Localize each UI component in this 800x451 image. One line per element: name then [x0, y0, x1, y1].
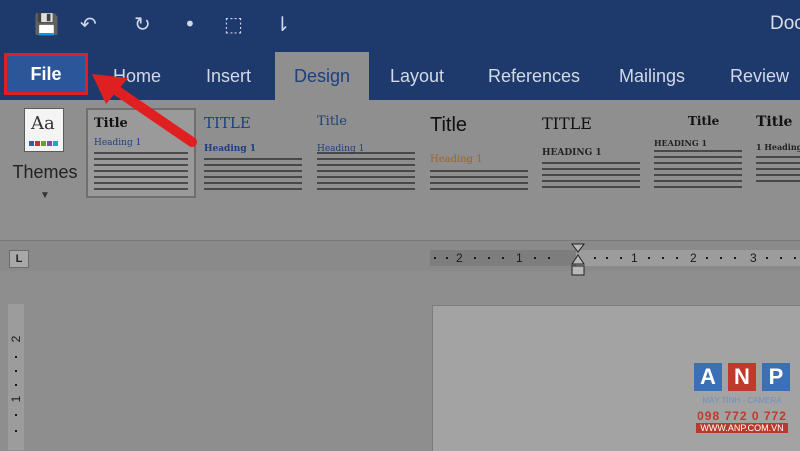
tab-design[interactable]: Design [275, 52, 369, 100]
style-set-option[interactable]: Title HEADING 1 [648, 108, 748, 198]
style-set-option[interactable]: TITLE HEADING 1 [536, 108, 646, 198]
style-set-title: Title [688, 114, 720, 128]
style-set-option[interactable]: Title Heading 1 [424, 108, 534, 198]
style-set-option[interactable]: Title 1 Heading [754, 108, 800, 198]
watermark-phone: 098 772 0 772 [697, 409, 787, 423]
undo-icon[interactable]: ↶ [80, 12, 97, 36]
watermark-letter: P [762, 363, 790, 391]
style-set-title: Title [317, 114, 347, 129]
themes-label: Themes [12, 162, 78, 182]
customize-qat-icon[interactable]: ⇂ [274, 12, 291, 36]
ruler-number: 1 [631, 251, 638, 265]
themes-icon: Aa [24, 108, 64, 152]
ruler-number: 2 [9, 335, 23, 343]
watermark-letter: A [694, 363, 722, 391]
style-set-heading: HEADING 1 [542, 148, 602, 158]
ruler-number: 1 [516, 251, 523, 265]
ruler-number: 3 [750, 251, 757, 265]
chevron-down-icon: ▼ [40, 190, 50, 201]
redo-icon[interactable]: ↻ [134, 12, 151, 36]
style-set-title: TITLE [204, 114, 251, 132]
tab-file[interactable]: File [4, 53, 88, 95]
ruler-number: 2 [690, 251, 697, 265]
horizontal-ruler[interactable]: 2 1 1 2 3 [430, 250, 800, 266]
ruler-number: 1 [9, 395, 23, 403]
tab-insert[interactable]: Insert [206, 52, 251, 100]
style-set-heading: HEADING 1 [654, 138, 708, 148]
style-set-title: Title [756, 114, 793, 130]
tab-stop-selector[interactable]: L [9, 250, 29, 268]
ruler-number: 2 [456, 251, 463, 265]
style-set-title: TITLE [542, 114, 592, 133]
watermark-url: WWW.ANP.COM.VN [696, 423, 788, 433]
dot-icon[interactable]: • [184, 12, 196, 36]
watermark-letter: N [728, 363, 756, 391]
style-set-option[interactable]: TITLE Heading 1 [198, 108, 308, 198]
themes-button[interactable]: Aa Themes ▼ [8, 108, 82, 213]
style-set-heading: Heading 1 [204, 144, 257, 154]
style-set-heading: 1 Heading [756, 142, 800, 152]
vertical-ruler[interactable]: 2 1 [8, 304, 24, 450]
document-title: Doc [770, 13, 800, 34]
indent-markers-icon[interactable] [571, 243, 585, 277]
title-bar: 💾 ↶ ↻ • ⬚ ⇂ Doc [0, 0, 800, 52]
style-set-title: Title [430, 114, 468, 136]
touch-mode-icon[interactable]: ⬚ [224, 12, 243, 36]
tab-review[interactable]: Review [730, 52, 789, 100]
style-set-option[interactable]: Title Heading 1 [311, 108, 421, 198]
tab-references[interactable]: References [488, 52, 580, 100]
tab-layout[interactable]: Layout [390, 52, 444, 100]
watermark-tagline: MÁY TÍNH - CAMERA [702, 396, 782, 405]
style-set-heading: Heading 1 [430, 154, 483, 165]
tab-mailings[interactable]: Mailings [619, 52, 685, 100]
save-icon[interactable]: 💾 [34, 12, 59, 36]
red-arrow-icon [92, 74, 197, 147]
